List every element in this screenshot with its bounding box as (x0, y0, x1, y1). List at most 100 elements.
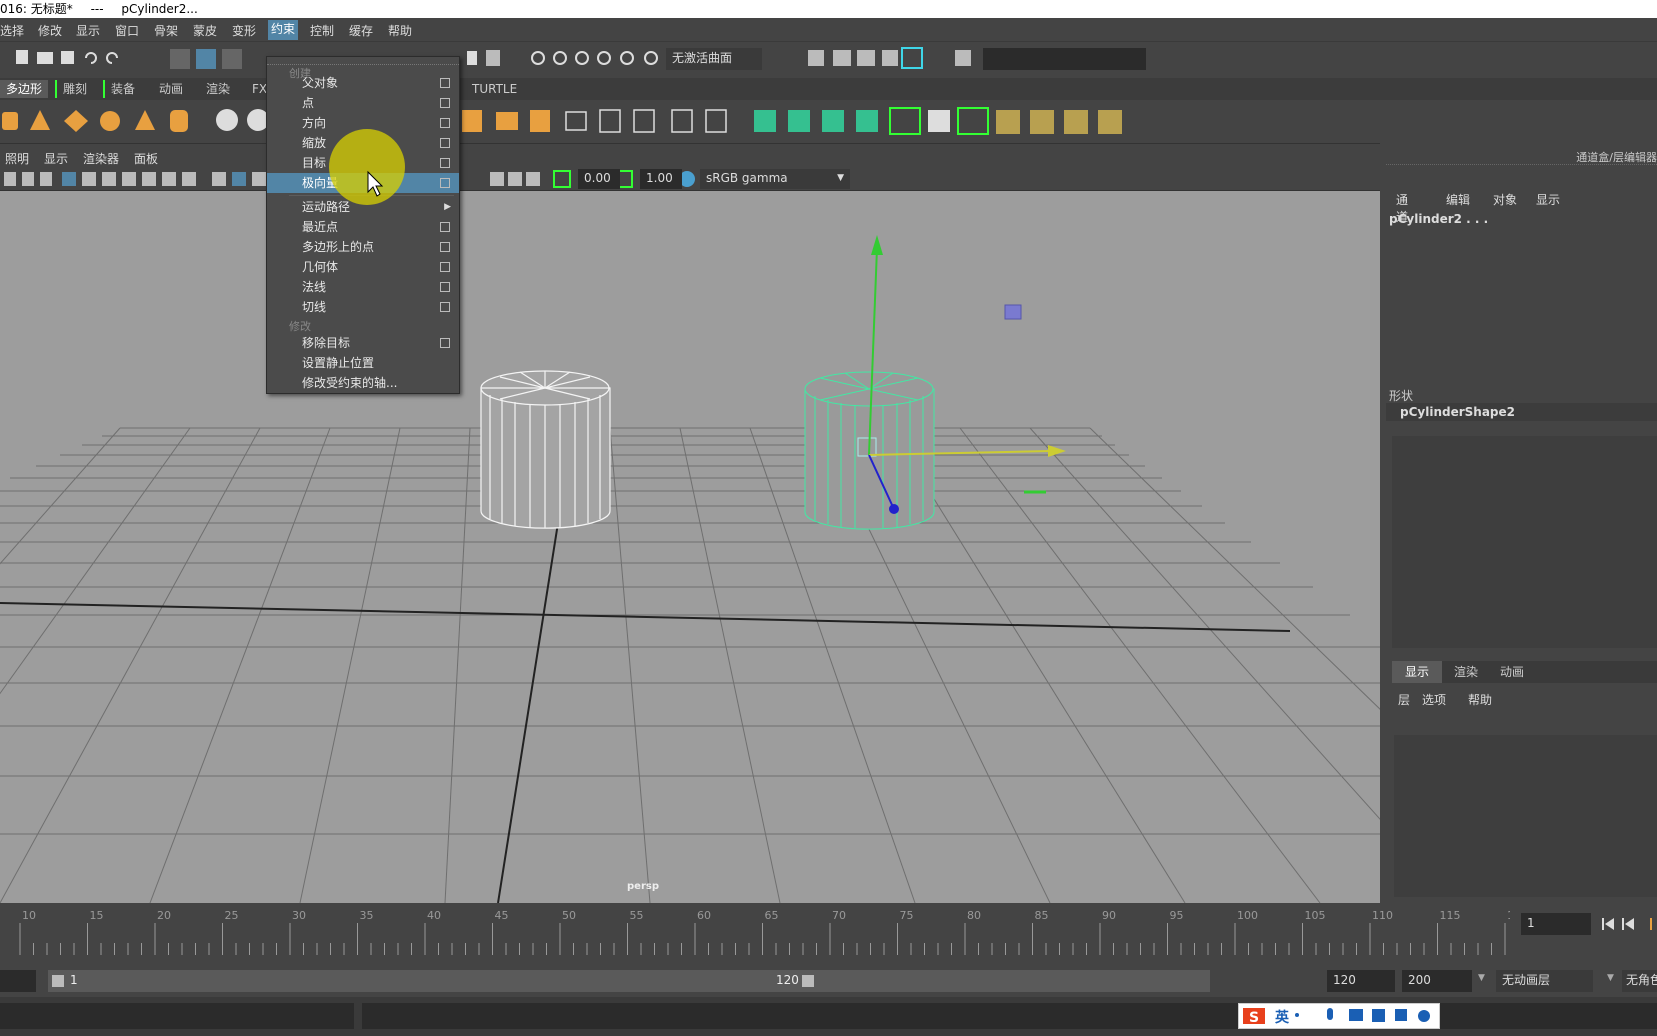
panel-menu-renderer[interactable]: 渲染器 (83, 150, 119, 167)
menu-item-normal[interactable]: 法线 (267, 277, 459, 297)
reduce-icon (671, 109, 693, 133)
layer-menu-options[interactable]: 选项 (1422, 691, 1446, 708)
layer-tab-anim[interactable]: 动画 (1490, 661, 1534, 683)
menu-modify[interactable]: 修改 (38, 22, 62, 39)
menu-item-parent[interactable]: 父对象 (267, 73, 459, 93)
cb-object-name[interactable]: pCylinder2 . . . (1389, 212, 1488, 226)
menu-item-point[interactable]: 点 (267, 93, 459, 113)
layer-menu-layers[interactable]: 层 (1398, 691, 1410, 708)
menu-item-geometry[interactable]: 几何体 (267, 257, 459, 277)
shelf-tab-rendering[interactable]: 渲染 (200, 80, 236, 98)
go-to-start-icon[interactable] (1602, 918, 1614, 930)
panel-menu-panels[interactable]: 面板 (134, 150, 158, 167)
range-end-handle[interactable] (802, 975, 814, 987)
option-box-icon[interactable] (440, 222, 450, 232)
snap-point-icon (575, 51, 589, 65)
ime-toolbar[interactable]: S 英 (1238, 1003, 1440, 1029)
command-search-field[interactable] (983, 48, 1146, 70)
option-box-icon[interactable] (440, 178, 450, 188)
layer-tab-display[interactable]: 显示 (1392, 661, 1442, 683)
option-box-icon[interactable] (440, 138, 450, 148)
time-tick-label: 10 (22, 909, 36, 922)
time-tick-label: 40 (427, 909, 441, 922)
gamma-field[interactable]: 1.00 (640, 169, 682, 189)
chevron-down-icon[interactable]: ▼ (1478, 973, 1485, 983)
menu-item-closest-point[interactable]: 最近点 (267, 217, 459, 237)
layer-tab-render[interactable]: 渲染 (1444, 661, 1488, 683)
grid-toggle-icon (62, 172, 76, 186)
menu-cache[interactable]: 缓存 (349, 22, 373, 39)
time-tick-label: 110 (1372, 909, 1393, 922)
option-box-icon[interactable] (440, 78, 450, 88)
menu-control[interactable]: 控制 (310, 22, 334, 39)
uv-planar-icon (788, 110, 810, 132)
time-tick-label: 30 (292, 909, 306, 922)
option-box-icon[interactable] (440, 302, 450, 312)
status-line-toolbar: 无激活曲面 (0, 42, 1657, 78)
menu-item-scale[interactable]: 缩放 (267, 133, 459, 153)
time-tick-label: 115 (1440, 909, 1461, 922)
menu-item-modify-constrained-axis-label: 修改受约束的轴... (302, 376, 398, 390)
mel-command-input[interactable] (0, 1003, 354, 1029)
current-frame-field[interactable]: 1 (1521, 913, 1591, 935)
option-box-icon[interactable] (440, 242, 450, 252)
main-menu-bar: 选择 修改 显示 窗口 骨架 蒙皮 变形 约束 控制 缓存 帮助 (0, 18, 1657, 42)
option-box-icon[interactable] (440, 158, 450, 168)
colorspace-dropdown[interactable]: sRGB gamma ▼ (700, 169, 850, 189)
menu-item-pole-vector[interactable]: 极向量 (267, 173, 459, 193)
snap-curve-icon (553, 51, 567, 65)
option-box-icon[interactable] (440, 262, 450, 272)
wireframe-on-shaded-icon (252, 172, 266, 186)
anim-start-field[interactable] (0, 970, 36, 992)
option-box-icon[interactable] (440, 98, 450, 108)
menu-item-modify-constrained-axis[interactable]: 修改受约束的轴... (267, 373, 459, 393)
cb-menu-show[interactable]: 显示 (1536, 191, 1560, 208)
shelf-tab-sculpt[interactable]: 雕刻 (55, 80, 93, 98)
time-slider[interactable]: 10 15 20 25 30 35 40 45 50 55 60 65 70 75 80 85 90 95 100 1… (0, 903, 1657, 963)
layer-menu-help[interactable]: 帮助 (1468, 691, 1492, 708)
chevron-down-icon[interactable]: ▼ (1607, 973, 1614, 983)
menu-constrain[interactable]: 约束 (268, 20, 299, 40)
anim-end-field[interactable]: 200 (1402, 970, 1472, 992)
option-box-icon[interactable] (440, 118, 450, 128)
menu-item-aim[interactable]: 目标 (267, 153, 459, 173)
menu-select[interactable]: 选择 (0, 22, 24, 39)
shelf-tab-rigging[interactable]: 装备 (103, 80, 141, 98)
menu-item-motion-path[interactable]: 运动路径 ▶ (267, 197, 459, 217)
exposure-field[interactable]: 0.00 (578, 169, 620, 189)
cb-menu-object[interactable]: 对象 (1493, 191, 1517, 208)
menu-skin[interactable]: 蒙皮 (193, 22, 217, 39)
cb-menu-edit[interactable]: 编辑 (1446, 191, 1470, 208)
shelf-tab-turtle[interactable]: TURTLE (466, 80, 523, 98)
menu-window[interactable]: 窗口 (115, 22, 139, 39)
menu-item-orient[interactable]: 方向 (267, 113, 459, 133)
step-back-icon[interactable] (1622, 918, 1634, 930)
shelf-tab-polygons[interactable]: 多边形 (0, 80, 49, 98)
playback-end-field[interactable]: 120 (1327, 970, 1395, 992)
curve-input-field[interactable]: 无激活曲面 (666, 48, 762, 70)
anim-layer-dropdown[interactable]: 无动画层 (1496, 970, 1593, 992)
menu-tearoff-handle[interactable] (267, 57, 459, 65)
menu-item-remove-target[interactable]: 移除目标 (267, 333, 459, 353)
snap-pivot-icon (644, 51, 658, 65)
range-slider[interactable]: 1 120 (48, 970, 1210, 992)
step-back-key-icon[interactable] (1650, 918, 1652, 930)
range-start-handle[interactable] (52, 975, 64, 987)
panel-menu-show[interactable]: 显示 (44, 150, 68, 167)
panel-menu-lighting[interactable]: 照明 (5, 150, 29, 167)
menu-help[interactable]: 帮助 (388, 22, 412, 39)
option-box-icon[interactable] (440, 282, 450, 292)
menu-display[interactable]: 显示 (76, 22, 100, 39)
shelf-tab-animation[interactable]: 动画 (153, 80, 189, 98)
perspective-viewport[interactable]: persp (0, 191, 1380, 903)
menu-skeleton[interactable]: 骨架 (154, 22, 178, 39)
menu-deform[interactable]: 变形 (232, 22, 256, 39)
option-box-icon[interactable] (440, 338, 450, 348)
menu-item-point-on-poly[interactable]: 多边形上的点 (267, 237, 459, 257)
menu-item-tangent[interactable]: 切线 (267, 297, 459, 317)
character-set-dropdown[interactable]: 无角色 (1622, 970, 1657, 992)
combine-icon (216, 109, 238, 131)
time-tick-label: 105 (1305, 909, 1326, 922)
menu-item-set-rest-position[interactable]: 设置静止位置 (267, 353, 459, 373)
cb-shape-name[interactable]: pCylinderShape2 (1386, 403, 1657, 421)
